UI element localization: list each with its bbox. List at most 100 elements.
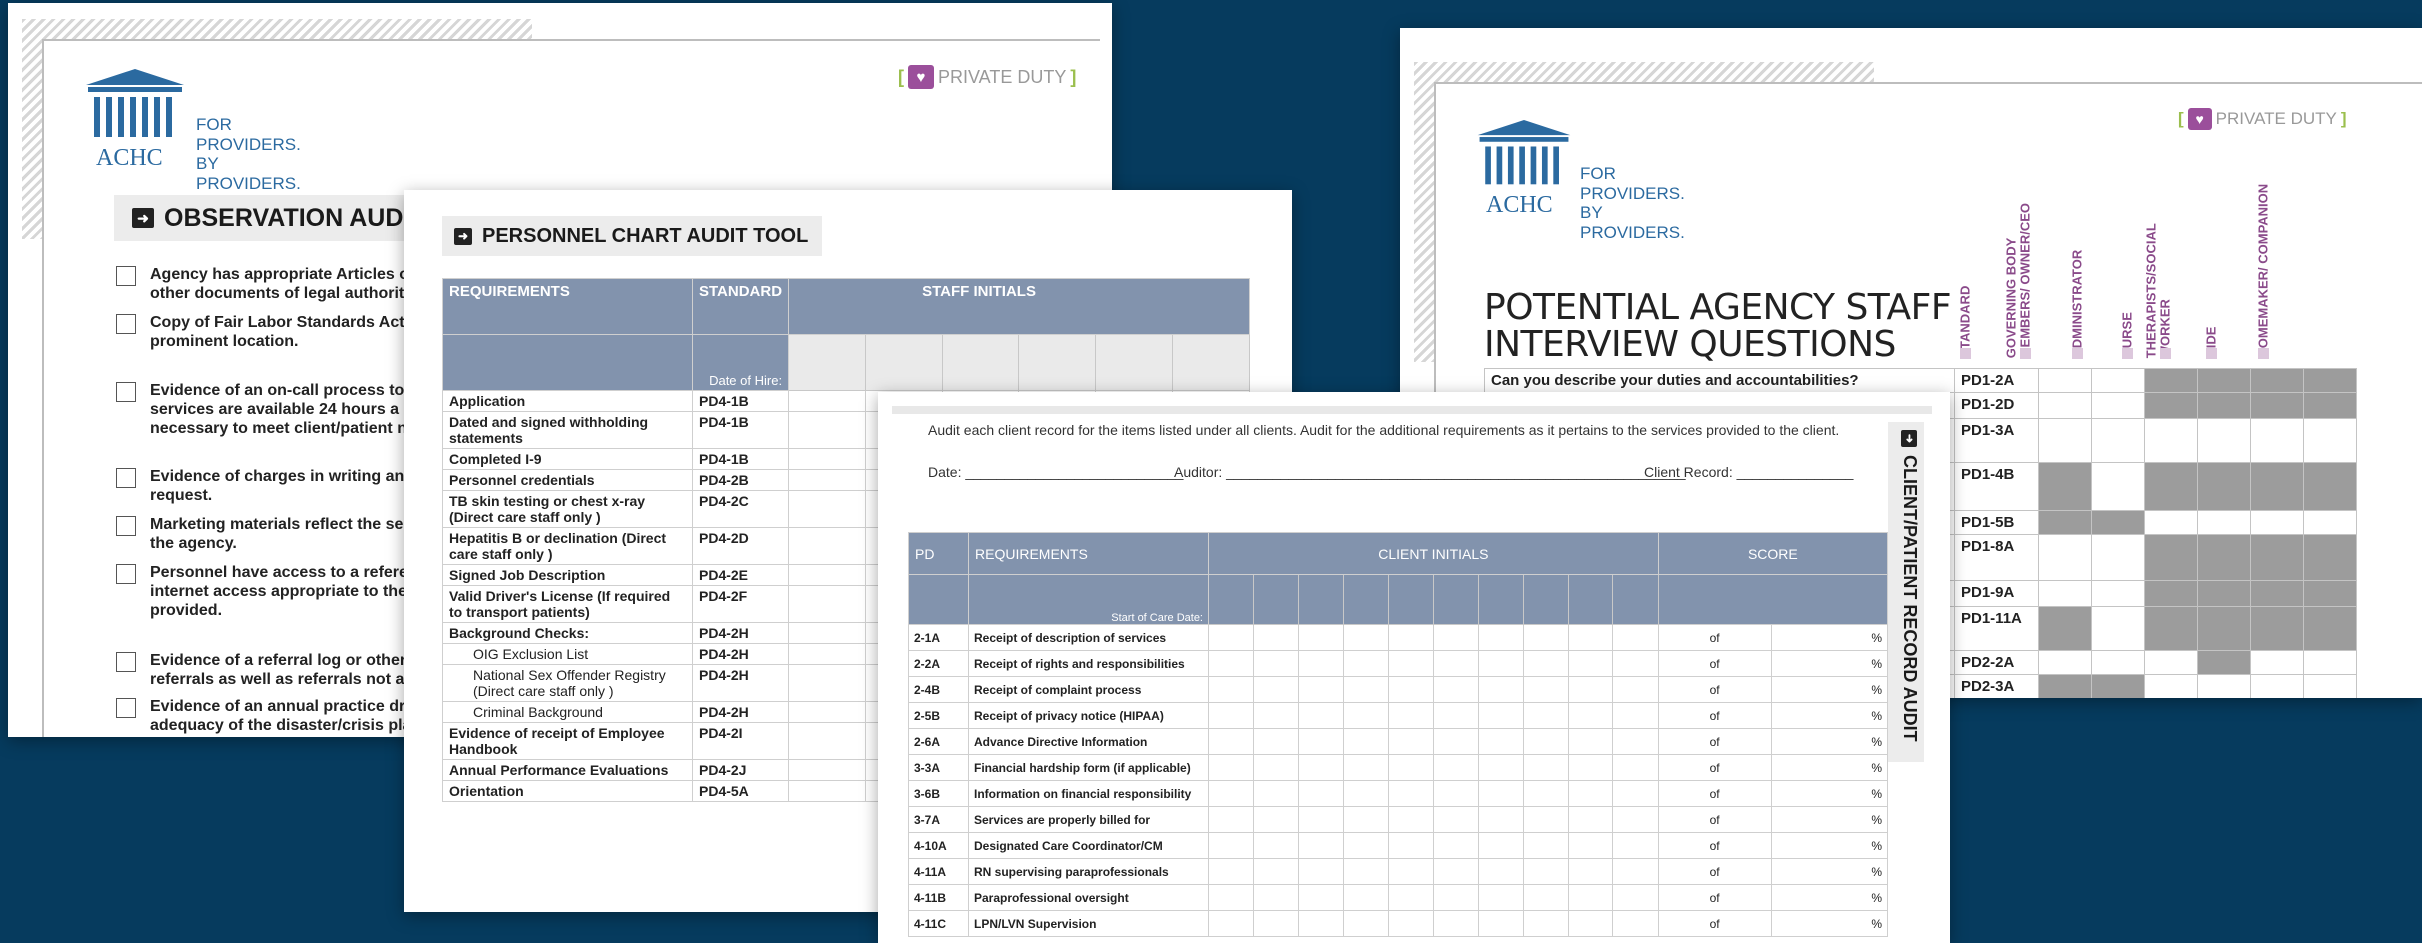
initials-cell[interactable] [1522, 884, 1569, 911]
initials-cell[interactable] [1567, 806, 1614, 833]
initials-cell[interactable] [1387, 858, 1434, 885]
initials-cell[interactable] [1297, 884, 1344, 911]
initials-cell[interactable] [1208, 806, 1254, 833]
initials-cell[interactable] [1522, 832, 1569, 859]
initials-cell[interactable] [1252, 676, 1299, 703]
client-record-field[interactable]: Client Record: _______________ [1644, 464, 1853, 480]
initials-cell[interactable] [1252, 624, 1299, 651]
initials-cell[interactable] [1477, 754, 1524, 781]
initials-cell[interactable] [1432, 650, 1479, 677]
initials-cell[interactable] [1387, 702, 1434, 729]
initials-cell[interactable] [1297, 728, 1344, 755]
initials-cell[interactable] [1612, 624, 1659, 651]
initials-cell[interactable] [1297, 754, 1344, 781]
initials-cell[interactable] [1297, 910, 1344, 937]
initials-cell[interactable] [788, 722, 866, 760]
initials-cell[interactable] [1522, 624, 1569, 651]
initials-cell[interactable] [1297, 676, 1344, 703]
initials-cell[interactable] [1208, 910, 1254, 937]
initials-cell[interactable] [1522, 676, 1569, 703]
initials-cell[interactable] [788, 469, 866, 491]
initials-cell[interactable] [1342, 676, 1389, 703]
initials-cell[interactable] [1522, 702, 1569, 729]
initials-cell[interactable] [788, 643, 866, 665]
initials-cell[interactable] [1342, 650, 1389, 677]
initials-cell[interactable] [1208, 624, 1254, 651]
initials-cell[interactable] [1522, 754, 1569, 781]
initials-cell[interactable] [1432, 884, 1479, 911]
initials-cell[interactable] [1522, 858, 1569, 885]
initials-cell[interactable] [1432, 702, 1479, 729]
initials-cell[interactable] [1612, 858, 1659, 885]
initials-cell[interactable] [1477, 650, 1524, 677]
initials-cell[interactable] [1342, 858, 1389, 885]
initials-cell[interactable] [1567, 728, 1614, 755]
initials-cell[interactable] [1522, 910, 1569, 937]
checkbox[interactable] [116, 382, 136, 402]
initials-cell[interactable] [788, 780, 866, 802]
initials-cell[interactable] [1387, 728, 1434, 755]
initials-cell[interactable] [1387, 624, 1434, 651]
auditor-field[interactable]: Auditor: _______________________________… [1174, 464, 1686, 480]
checkbox[interactable] [116, 516, 136, 536]
initials-cell[interactable] [1477, 832, 1524, 859]
initials-cell[interactable] [1612, 806, 1659, 833]
initials-cell[interactable] [1432, 676, 1479, 703]
initials-cell[interactable] [788, 411, 866, 449]
initials-cell[interactable] [1252, 806, 1299, 833]
initials-cell[interactable] [1477, 702, 1524, 729]
initials-cell[interactable] [1387, 884, 1434, 911]
initials-cell[interactable] [1208, 780, 1254, 807]
initials-cell[interactable] [1522, 780, 1569, 807]
initials-cell[interactable] [1208, 832, 1254, 859]
initials-cell[interactable] [1342, 910, 1389, 937]
initials-cell[interactable] [1342, 832, 1389, 859]
initials-cell[interactable] [1297, 624, 1344, 651]
initials-cell[interactable] [1387, 806, 1434, 833]
initials-cell[interactable] [1387, 910, 1434, 937]
initials-cell[interactable] [1522, 728, 1569, 755]
initials-cell[interactable] [1342, 780, 1389, 807]
initials-cell[interactable] [1252, 884, 1299, 911]
initials-cell[interactable] [1432, 780, 1479, 807]
initials-cell[interactable] [1387, 676, 1434, 703]
initials-cell[interactable] [1432, 728, 1479, 755]
checkbox[interactable] [116, 266, 136, 286]
initials-cell[interactable] [1297, 702, 1344, 729]
checkbox[interactable] [116, 468, 136, 488]
initials-cell[interactable] [1567, 884, 1614, 911]
initials-cell[interactable] [1432, 858, 1479, 885]
checkbox[interactable] [116, 652, 136, 672]
initials-cell[interactable] [1612, 754, 1659, 781]
initials-cell[interactable] [1567, 624, 1614, 651]
initials-cell[interactable] [1612, 728, 1659, 755]
checkbox[interactable] [116, 314, 136, 334]
initials-cell[interactable] [788, 448, 866, 470]
initials-cell[interactable] [1567, 858, 1614, 885]
initials-cell[interactable] [1208, 676, 1254, 703]
initials-cell[interactable] [1208, 650, 1254, 677]
initials-cell[interactable] [1342, 728, 1389, 755]
initials-cell[interactable] [1208, 884, 1254, 911]
checkbox[interactable] [116, 698, 136, 718]
initials-cell[interactable] [788, 701, 866, 723]
initials-cell[interactable] [1387, 780, 1434, 807]
initials-cell[interactable] [788, 585, 866, 623]
initials-cell[interactable] [1297, 858, 1344, 885]
initials-cell[interactable] [788, 390, 866, 412]
initials-cell[interactable] [1387, 650, 1434, 677]
initials-cell[interactable] [1612, 676, 1659, 703]
initials-cell[interactable] [1567, 910, 1614, 937]
initials-cell[interactable] [788, 490, 866, 528]
initials-cell[interactable] [1612, 832, 1659, 859]
initials-cell[interactable] [788, 664, 866, 702]
initials-cell[interactable] [1567, 676, 1614, 703]
checkbox[interactable] [116, 564, 136, 584]
initials-cell[interactable] [1387, 832, 1434, 859]
initials-cell[interactable] [1252, 728, 1299, 755]
initials-cell[interactable] [1567, 832, 1614, 859]
initials-cell[interactable] [1208, 728, 1254, 755]
initials-cell[interactable] [1522, 650, 1569, 677]
initials-cell[interactable] [1252, 858, 1299, 885]
initials-cell[interactable] [1297, 806, 1344, 833]
